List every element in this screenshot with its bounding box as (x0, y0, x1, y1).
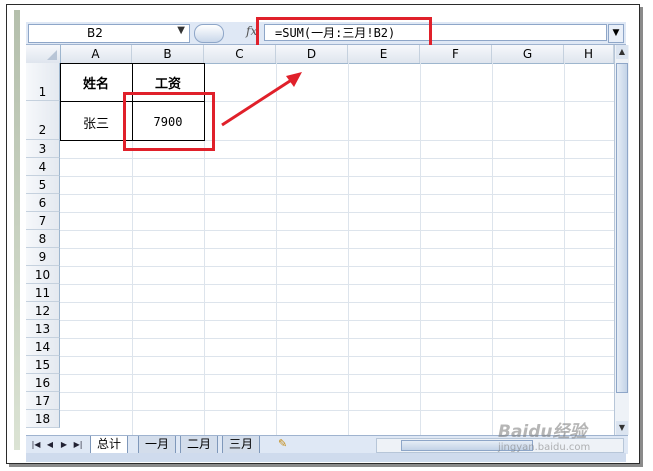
tab-total[interactable]: 总计 (90, 436, 129, 454)
vertical-scrollbar[interactable]: ▲ ▼ (614, 45, 629, 435)
next-sheet-icon[interactable]: ▶ (58, 438, 70, 452)
watermark-logo: Baidu经验 (498, 422, 587, 442)
insert-sheet-icon[interactable]: ✎ (278, 437, 287, 450)
watermark-url: jingyan.baidu.com (498, 442, 591, 453)
tab-february[interactable]: 二月 (180, 436, 219, 454)
scroll-up-icon[interactable]: ▲ (616, 45, 628, 59)
annotation-arrow-icon (221, 72, 302, 127)
last-sheet-icon[interactable]: ▶| (72, 438, 84, 452)
tab-january[interactable]: 一月 (138, 436, 177, 454)
scroll-thumb[interactable] (616, 63, 628, 393)
first-sheet-icon[interactable]: |◀ (30, 438, 42, 452)
tab-march[interactable]: 三月 (222, 436, 261, 454)
prev-sheet-icon[interactable]: ◀ (44, 438, 56, 452)
baidu-watermark: Baidu经验 jingyan.baidu.com (498, 417, 628, 457)
